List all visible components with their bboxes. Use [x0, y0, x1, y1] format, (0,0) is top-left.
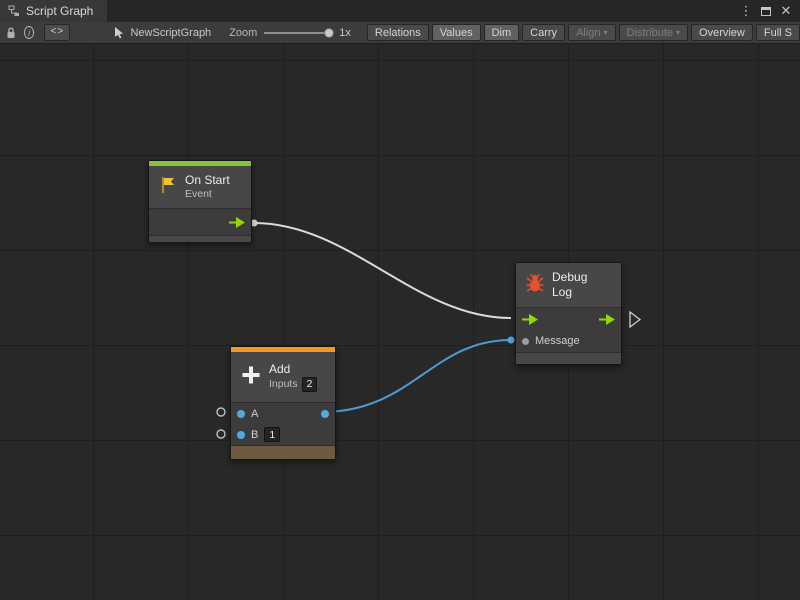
- dim-button[interactable]: Dim: [484, 24, 520, 41]
- value-port-icon[interactable]: [522, 338, 529, 345]
- node-footer: [149, 235, 251, 242]
- fullscreen-button[interactable]: Full S: [756, 24, 800, 41]
- distribute-label: Distribute: [627, 27, 673, 39]
- graph-canvas[interactable]: On Start Event: [0, 44, 800, 600]
- script-graph-icon: [8, 2, 20, 20]
- value-input-port-icon[interactable]: [237, 410, 245, 418]
- values-button[interactable]: Values: [432, 24, 481, 41]
- port-area: [149, 208, 251, 235]
- flag-icon: [158, 175, 178, 200]
- node-header: On Start Event: [149, 166, 251, 208]
- node-title: On Start: [185, 173, 230, 188]
- chevron-down-icon: ▾: [676, 28, 680, 37]
- port-label: B: [251, 429, 258, 441]
- inputs-label: Inputs: [269, 378, 298, 391]
- tab-title: Script Graph: [26, 4, 93, 18]
- info-icon[interactable]: i: [24, 26, 34, 39]
- input-count-field[interactable]: 2: [302, 377, 318, 392]
- chevron-down-icon: ▾: [604, 28, 608, 37]
- tab-script-graph[interactable]: Script Graph: [0, 0, 107, 22]
- port-value-field[interactable]: 1: [264, 427, 280, 442]
- window-controls: ⋮ ✕: [738, 3, 800, 19]
- node-add[interactable]: Add Inputs 2 A B 1: [230, 346, 336, 460]
- align-label: Align: [576, 27, 600, 39]
- trigger-output-port-icon[interactable]: [599, 314, 615, 325]
- code-view-button[interactable]: <>: [44, 24, 70, 41]
- node-debug-log[interactable]: Debug Log Me: [515, 262, 622, 365]
- trigger-arrow-icon: [229, 217, 245, 228]
- port-row-b: B 1: [231, 424, 335, 445]
- unconnected-port-indicator[interactable]: [217, 430, 225, 438]
- graph-name-breadcrumb[interactable]: NewScriptGraph: [130, 27, 211, 39]
- plus-icon: [240, 364, 262, 391]
- node-drag-footer[interactable]: [231, 445, 335, 459]
- port-area: Message: [516, 307, 621, 352]
- trigger-input-port-icon[interactable]: [522, 314, 538, 325]
- node-on-start[interactable]: On Start Event: [148, 160, 252, 243]
- distribute-dropdown[interactable]: Distribute ▾: [619, 24, 688, 41]
- node-header: Add Inputs 2: [231, 352, 335, 402]
- node-header: Debug Log: [516, 263, 621, 307]
- port-area: A B 1: [231, 402, 335, 445]
- flow-continuation-icon[interactable]: [630, 312, 640, 327]
- zoom-slider-handle[interactable]: [324, 28, 334, 38]
- title-bar: Script Graph ⋮ ✕: [0, 0, 800, 22]
- trigger-output-port[interactable]: [149, 209, 251, 235]
- node-footer: [516, 352, 621, 364]
- script-graph-window: Script Graph ⋮ ✕ i <> NewScriptGraph Zoo…: [0, 0, 800, 600]
- lock-icon[interactable]: [6, 24, 16, 42]
- trigger-ports-row: [516, 308, 621, 330]
- relations-button[interactable]: Relations: [367, 24, 429, 41]
- node-subtitle: Event: [185, 188, 230, 201]
- maximize-icon[interactable]: [758, 3, 774, 19]
- wire-add-to-message[interactable]: [322, 340, 511, 412]
- carry-button[interactable]: Carry: [522, 24, 565, 41]
- port-label: Message: [535, 335, 580, 347]
- port-label: A: [251, 408, 258, 420]
- align-dropdown[interactable]: Align ▾: [568, 24, 615, 41]
- wire-layer: [0, 44, 800, 600]
- node-title: Debug: [552, 270, 587, 285]
- overview-button[interactable]: Overview: [691, 24, 753, 41]
- node-subtitle: Inputs 2: [269, 377, 317, 392]
- graph-pointer-icon: [114, 24, 124, 42]
- port-row-a: A: [231, 403, 335, 424]
- node-title: Add: [269, 362, 317, 377]
- graph-toolbar: i <> NewScriptGraph Zoom 1x Relations Va…: [0, 22, 800, 44]
- kebab-menu-icon[interactable]: ⋮: [738, 3, 754, 19]
- zoom-slider[interactable]: [264, 32, 332, 34]
- bug-icon: [525, 273, 545, 298]
- zoom-value: 1x: [339, 27, 351, 39]
- zoom-label: Zoom: [229, 27, 257, 39]
- wire-onstart-to-log[interactable]: [254, 223, 511, 318]
- close-icon[interactable]: ✕: [778, 3, 794, 19]
- unconnected-port-indicator[interactable]: [217, 408, 225, 416]
- value-input-port-icon[interactable]: [237, 431, 245, 439]
- message-input-port[interactable]: Message: [516, 330, 621, 352]
- node-subtitle: Log: [552, 285, 587, 300]
- value-output-port-icon[interactable]: [321, 410, 329, 418]
